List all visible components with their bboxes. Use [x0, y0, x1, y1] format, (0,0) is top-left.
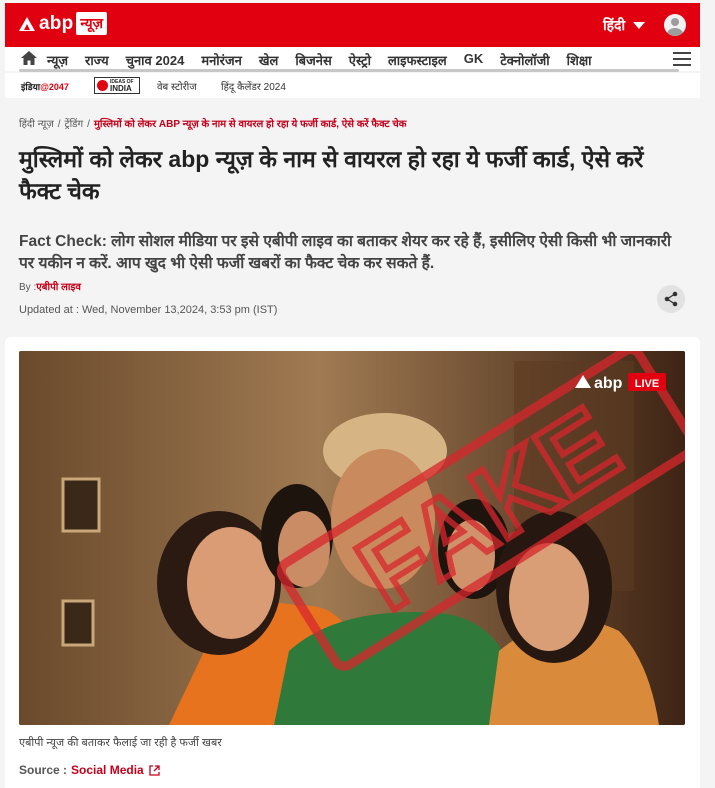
main-nav: न्यूज़ राज्य चुनाव 2024 मनोरंजन खेल बिजनेस ऐस्… — [5, 47, 700, 72]
nav-item[interactable]: शिक्षा — [567, 51, 592, 69]
abp-triangle-icon — [19, 16, 35, 31]
india-2047-prefix: इंडिया — [21, 82, 41, 92]
share-icon[interactable] — [657, 285, 685, 313]
image-source: Source : Social Media — [19, 763, 160, 777]
nav-item[interactable]: न्यूज़ — [47, 51, 68, 69]
source-label: Source : — [19, 763, 68, 777]
breadcrumb-current: मुस्लिमों को लेकर ABP न्यूज़ के नाम से व… — [93, 119, 407, 130]
ideas-of-india-logo[interactable]: IDEAS OF INDIA — [94, 77, 140, 94]
nav-item[interactable]: ऐस्ट्रो — [349, 51, 371, 69]
ideas-of-india-text: IDEAS OF INDIA — [110, 79, 134, 93]
india-2047-suffix: @2047 — [40, 82, 69, 92]
sub-nav: इंडिया@2047 IDEAS OF INDIA वेब स्टोरीज हि… — [5, 73, 700, 98]
external-link-icon[interactable] — [149, 764, 160, 776]
author-link[interactable]: एबीपी लाइव — [36, 282, 81, 293]
nav-item[interactable]: GK — [464, 51, 484, 69]
image-caption: एबीपी न्यूज की बताकर फैलाई जा रही है फर्… — [19, 737, 222, 749]
hamburger-menu-icon[interactable] — [673, 52, 691, 66]
top-header-bar: abp न्यूज़ हिंदी — [5, 3, 700, 47]
svg-text:abp: abp — [594, 375, 623, 392]
source-link[interactable]: Social Media — [71, 763, 144, 777]
language-dropdown[interactable]: हिंदी — [603, 16, 646, 35]
india-2047-link[interactable]: इंडिया@2047 — [21, 80, 69, 93]
ideas-dot-icon — [97, 80, 108, 91]
nav-item[interactable]: राज्य — [85, 51, 109, 69]
nav-item[interactable]: मनोरंजन — [201, 51, 242, 69]
svg-text:LIVE: LIVE — [635, 378, 659, 390]
nav-items: न्यूज़ राज्य चुनाव 2024 मनोरंजन खेल बिजनेस ऐस्… — [47, 51, 609, 69]
ideas-main: INDIA — [110, 83, 132, 93]
web-stories-link[interactable]: वेब स्टोरीज — [157, 79, 197, 93]
updated-timestamp: Updated at : Wed, November 13,2024, 3:53… — [19, 304, 278, 316]
nav-item[interactable]: चुनाव 2024 — [126, 51, 185, 69]
breadcrumb-section[interactable]: ट्रेंडिंग — [65, 119, 84, 130]
nav-item[interactable]: लाइफस्टाइल — [388, 51, 447, 69]
nav-scrollbar[interactable] — [19, 69, 679, 72]
nav-item[interactable]: खेल — [259, 51, 278, 69]
abp-news-logo[interactable]: abp न्यूज़ — [19, 12, 108, 35]
breadcrumb: हिंदी न्यूज़ / ट्रेंडिंग / मुस्लिमों को लेकर… — [19, 119, 407, 130]
article-image-card: FAKE abp LIVE एबीपी न्यूज की बताकर फैलाई… — [5, 337, 700, 788]
nav-item[interactable]: टेक्नोलॉजी — [500, 51, 549, 69]
home-icon[interactable] — [21, 51, 37, 65]
byline: By :एबीपी लाइव — [19, 279, 81, 293]
logo-text: abp — [39, 12, 74, 34]
user-avatar-icon[interactable] — [664, 14, 686, 36]
article-headline: मुस्लिमों को लेकर abp न्यूज़ के नाम से व… — [19, 146, 644, 204]
article-description: Fact Check: लोग सोशल मीडिया पर इसे एबीपी… — [19, 233, 672, 272]
nav-item[interactable]: बिजनेस — [295, 51, 331, 69]
caret-down-icon — [633, 22, 646, 29]
language-label: हिंदी — [603, 17, 626, 33]
hindu-calendar-link[interactable]: हिंदू कैलेंडर 2024 — [221, 79, 286, 93]
breadcrumb-home[interactable]: हिंदी न्यूज़ — [19, 119, 54, 130]
logo-badge: न्यूज़ — [76, 12, 108, 35]
article-photo[interactable]: FAKE abp LIVE — [19, 351, 685, 725]
by-label: By : — [19, 282, 37, 293]
